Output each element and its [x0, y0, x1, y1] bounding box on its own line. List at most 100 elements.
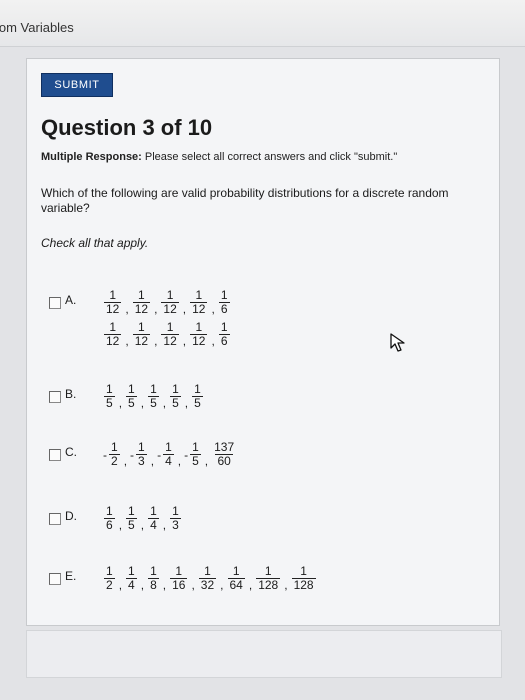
fraction-numerator: 1 — [220, 288, 228, 302]
fraction: 1 12 — [132, 288, 151, 316]
fraction-denominator: 12 — [190, 302, 208, 316]
fraction-denominator: 12 — [161, 334, 179, 348]
option-letter: A. — [65, 293, 77, 307]
fraction: 14 — [148, 505, 159, 532]
comma-separator: , — [184, 396, 189, 410]
comma-separator: , — [162, 396, 167, 410]
minus-sign: - — [157, 447, 162, 462]
fraction-numerator: 1 — [172, 382, 179, 396]
option-checkbox[interactable] — [49, 297, 61, 309]
fraction-row: 1 12, 1 12, 1 12, 1 12, 1 6 — [103, 289, 231, 316]
comma-separator: , — [118, 396, 123, 410]
option-checkbox[interactable] — [49, 573, 61, 585]
fraction-numerator: 1 — [220, 320, 228, 334]
fraction-numerator: 1 — [150, 504, 157, 518]
comma-separator: , — [154, 302, 158, 316]
comma-separator: , — [248, 578, 253, 592]
comma-separator: , — [150, 454, 155, 468]
comma-separator: , — [204, 454, 209, 468]
fraction: 14 — [163, 441, 174, 468]
fraction-row: 16,15,14,13 — [103, 505, 182, 532]
fraction-numerator: 1 — [109, 288, 117, 302]
fraction-numerator: 1 — [300, 564, 307, 578]
minus-sign: - — [103, 447, 107, 462]
fraction: 16 — [218, 288, 230, 316]
fraction-numerator: 1 — [232, 564, 240, 578]
fraction-numerator: 1 — [106, 564, 113, 578]
top-bar: lom Variables — [0, 0, 525, 47]
option-letter: D. — [65, 509, 77, 523]
fraction-denominator: 60 — [215, 454, 233, 468]
minus-sign: - — [130, 447, 135, 462]
comma-separator: , — [162, 578, 167, 592]
fraction: 15 — [190, 441, 201, 468]
comma-separator: , — [182, 334, 187, 348]
fraction: 1 128 — [256, 565, 281, 592]
footer-area — [26, 630, 502, 678]
fraction-numerator: 1 — [138, 288, 145, 302]
fraction: 16 — [218, 320, 230, 348]
comma-separator: , — [140, 396, 145, 410]
fraction-numerator: 1 — [128, 382, 135, 396]
fraction: 1 32 — [198, 565, 217, 592]
fraction-numerator: 1 — [166, 320, 174, 334]
option-letter: C. — [65, 445, 77, 459]
fraction-numerator: 1 — [194, 382, 201, 396]
fraction-denominator: 6 — [104, 518, 115, 532]
mouse-pointer-icon — [390, 333, 405, 352]
submit-button[interactable]: SUBMIT — [41, 73, 113, 97]
comma-separator: , — [284, 578, 288, 592]
option-checkbox[interactable] — [49, 513, 61, 525]
question-type: Multiple Response: Please select all cor… — [41, 151, 397, 163]
fraction-numerator: 1 — [109, 320, 117, 334]
fraction-numerator: 1 — [175, 564, 183, 578]
fraction-numerator: 1 — [128, 564, 135, 578]
fraction-denominator: 5 — [148, 396, 159, 410]
comma-separator: , — [140, 518, 145, 532]
fraction-row: 1 12, 1 12, 1 12, 1 12, 1 6 — [103, 321, 231, 348]
comma-separator: , — [118, 578, 123, 592]
fraction-denominator: 12 — [104, 334, 122, 348]
fraction: 15 — [104, 383, 115, 410]
fraction-denominator: 8 — [148, 578, 159, 592]
fraction-denominator: 4 — [148, 518, 159, 532]
fraction-denominator: 12 — [190, 334, 208, 348]
fraction: 13 — [170, 505, 181, 532]
question-type-instructions: Please select all correct answers and cl… — [144, 151, 398, 163]
question-type-label: Multiple Response: — [41, 151, 142, 163]
fraction: 15 — [192, 383, 203, 410]
fraction-numerator: 1 — [165, 440, 172, 454]
option-checkbox[interactable] — [49, 449, 61, 461]
fraction-denominator: 32 — [198, 578, 217, 592]
comma-separator: , — [125, 302, 129, 316]
fraction-numerator: 1 — [172, 504, 179, 518]
minus-sign: - — [184, 447, 189, 462]
fraction-denominator: 12 — [104, 302, 122, 316]
option-checkbox[interactable] — [49, 391, 61, 403]
fraction: 12 — [104, 565, 115, 592]
fraction: 1 12 — [104, 288, 122, 316]
fraction-denominator: 128 — [291, 578, 316, 592]
fraction: 1 12 — [161, 289, 179, 316]
fraction: 12 — [109, 441, 120, 468]
question-panel: SUBMIT Question 3 of 10 Multiple Respons… — [26, 58, 500, 626]
fraction-numerator: 1 — [138, 320, 145, 334]
fraction: 1 16 — [170, 564, 188, 592]
comma-separator: , — [182, 302, 187, 316]
fraction-denominator: 16 — [170, 578, 188, 592]
fraction-denominator: 12 — [132, 334, 151, 348]
comma-separator: , — [211, 302, 215, 316]
comma-separator: , — [123, 454, 128, 468]
fraction: 1 64 — [227, 564, 245, 592]
fraction-numerator: 1 — [106, 382, 113, 396]
fraction: 1 12 — [190, 321, 208, 348]
fraction: 1 12 — [132, 320, 151, 348]
fraction-row: 15,15,15,15,15 — [103, 383, 204, 410]
question-title: Question 3 of 10 — [41, 115, 213, 140]
comma-separator: , — [154, 334, 158, 348]
fraction-numerator: 1 — [150, 564, 157, 578]
option-letter: B. — [65, 387, 77, 401]
fraction-denominator: 4 — [126, 578, 137, 592]
fraction: 18 — [148, 565, 159, 592]
fraction-denominator: 12 — [161, 302, 179, 316]
